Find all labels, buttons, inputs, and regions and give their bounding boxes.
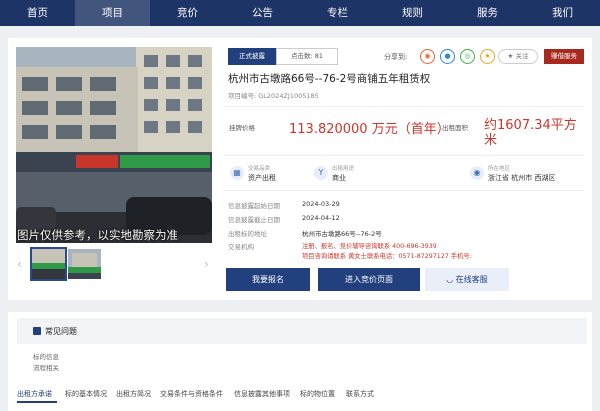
online-service-button[interactable]: ◡ 在线客服 bbox=[425, 268, 509, 291]
wechat-icon[interactable]: ◎ bbox=[460, 49, 475, 64]
faq-title: 常见问题 bbox=[45, 327, 77, 336]
nav-item-bidding[interactable]: 竞价 bbox=[150, 0, 225, 26]
fact-label: 出租用途 bbox=[332, 166, 355, 172]
org-label: 交易机构 bbox=[228, 243, 254, 251]
share-label: 分享到: bbox=[384, 53, 408, 61]
thumbnail-image-icon bbox=[32, 249, 65, 279]
grid-icon: ▦ bbox=[230, 166, 244, 180]
fact-label: 所在地区 bbox=[488, 166, 511, 172]
info-value: 2024-03-29 bbox=[302, 200, 340, 208]
tab-lessor-commitment[interactable]: 出租方承诺 bbox=[17, 389, 52, 399]
price-label: 挂牌价格 bbox=[229, 124, 255, 132]
project-title: 杭州市古墩路66号--76-2号商铺五年租赁权 bbox=[228, 73, 431, 85]
tab-other-disclosures[interactable]: 信息披露其他事项 bbox=[234, 389, 290, 399]
qq-icon[interactable]: ● bbox=[440, 49, 455, 64]
faq-item-process[interactable]: 流程相关 bbox=[33, 362, 59, 372]
nav-item-home[interactable]: 首页 bbox=[0, 0, 75, 26]
nav-item-columns[interactable]: 专栏 bbox=[300, 0, 375, 26]
status-badge: 正式披露 bbox=[228, 48, 276, 65]
tag-icon: Y bbox=[314, 166, 328, 180]
tab-contact[interactable]: 联系方式 bbox=[346, 389, 374, 399]
nav-item-rules[interactable]: 规则 bbox=[375, 0, 450, 26]
service-button[interactable]: 赚借服务 bbox=[544, 49, 584, 64]
location-icon: ◉ bbox=[470, 166, 484, 180]
signup-button[interactable]: 我要报名 bbox=[226, 268, 310, 291]
tab-lessor-profile[interactable]: 出租方简况 bbox=[116, 389, 151, 399]
nav-item-projects[interactable]: 项目 bbox=[75, 0, 150, 26]
top-nav: 首页 项目 竞价 公告 专栏 规则 服务 我们 bbox=[0, 0, 600, 26]
thumbnail-2[interactable] bbox=[68, 249, 101, 279]
chevron-left-icon[interactable]: ‹ bbox=[17, 257, 22, 271]
info-label: 信息披露截止日期 bbox=[228, 216, 280, 224]
photo-caption: 图片仅供参考，以实地勘察为准 bbox=[17, 228, 178, 242]
fact-value: 商业 bbox=[332, 174, 346, 182]
org-contact-line-1: 注册、报名、竞价辅导咨询联系 400-696-3939 bbox=[302, 243, 437, 250]
info-label: 出租标的地址 bbox=[228, 230, 267, 238]
follow-label: 关注 bbox=[515, 52, 529, 60]
area-label: 出租面积 bbox=[442, 124, 468, 132]
online-service-label: 在线客服 bbox=[455, 275, 488, 284]
nav-item-services[interactable]: 服务 bbox=[450, 0, 525, 26]
follow-button[interactable]: ★ 关注 bbox=[498, 49, 538, 64]
org-contact-line-2: 项目咨询请联系 黄女士联系电话：0571-87297127 手机号: bbox=[302, 253, 472, 260]
nav-item-notices[interactable]: 公告 bbox=[225, 0, 300, 26]
faq-icon bbox=[33, 327, 41, 335]
tab-location[interactable]: 标的物位置 bbox=[300, 389, 335, 399]
building-illustration bbox=[16, 47, 212, 243]
thumbnail-strip: ‹ › bbox=[16, 247, 212, 281]
qzone-star-icon[interactable]: ★ bbox=[480, 49, 495, 64]
fact-value: 浙江省 杭州市 西湖区 bbox=[488, 174, 556, 182]
chevron-right-icon[interactable]: › bbox=[204, 257, 209, 271]
active-tab-indicator bbox=[17, 401, 57, 403]
enter-bidding-button[interactable]: 进入竞价页面 bbox=[318, 268, 420, 291]
info-value: 2024-04-12 bbox=[302, 214, 340, 222]
tab-basic-info[interactable]: 标的基本情况 bbox=[65, 389, 107, 399]
faq-item-target-info[interactable]: 标的信息 bbox=[33, 351, 59, 361]
nav-item-about[interactable]: 我们 bbox=[525, 0, 600, 26]
thumbnail-1[interactable] bbox=[30, 247, 67, 281]
info-label: 信息披露起始日期 bbox=[228, 202, 280, 210]
fact-value: 资产出租 bbox=[248, 174, 276, 182]
project-photo[interactable]: 图片仅供参考，以实地勘察为准 bbox=[16, 47, 212, 243]
fact-label: 交易品类 bbox=[248, 166, 271, 172]
thumbnail-image-icon bbox=[68, 249, 101, 279]
listing-price: 113.820000 万元（首年） bbox=[289, 122, 450, 137]
tab-trade-conditions[interactable]: 交易条件与资格条件 bbox=[160, 389, 223, 399]
faq-header bbox=[17, 318, 587, 344]
rental-area: 约1607.34平方米 bbox=[484, 118, 577, 148]
click-count: 点击数: 81 bbox=[276, 48, 338, 65]
info-value: 杭州市古墩路66号--76-2号 bbox=[302, 230, 382, 238]
weibo-icon[interactable]: ◉ bbox=[420, 49, 435, 64]
project-number: 项目编号: GL2024ZJ1005185 bbox=[228, 92, 319, 100]
headset-icon: ◡ bbox=[446, 275, 456, 284]
